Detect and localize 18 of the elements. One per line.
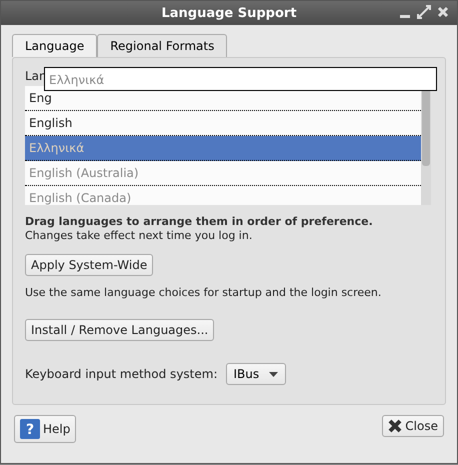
caret-icon (269, 372, 278, 376)
tab[interactable]: Language (12, 34, 98, 57)
change-note: Changes take effect next time you log in. (25, 229, 254, 242)
close-button[interactable]: Close (382, 415, 444, 437)
drag-tooltip: Ελληνικά (44, 67, 437, 91)
help-button[interactable]: ? Help (14, 415, 76, 443)
drag-hint: Drag languages to arrange them in order of preference. (25, 215, 374, 228)
apply-button[interactable]: Apply System-Wide (25, 254, 154, 276)
apply-note: Use the same language choices for startup and the login screen. (25, 286, 382, 299)
close-icon[interactable] (437, 5, 449, 19)
install-button[interactable]: Install / Remove Languages... (25, 319, 214, 341)
input-method-label: Keyboard input method system: (25, 366, 218, 382)
input-method-dropdown[interactable]: IBus (226, 363, 286, 385)
maximize-icon[interactable] (417, 5, 431, 19)
window-title: Language Support (161, 6, 297, 20)
close-icon (388, 419, 402, 433)
tab[interactable]: Regional Formats (97, 34, 228, 57)
help-icon: ? (20, 419, 40, 439)
